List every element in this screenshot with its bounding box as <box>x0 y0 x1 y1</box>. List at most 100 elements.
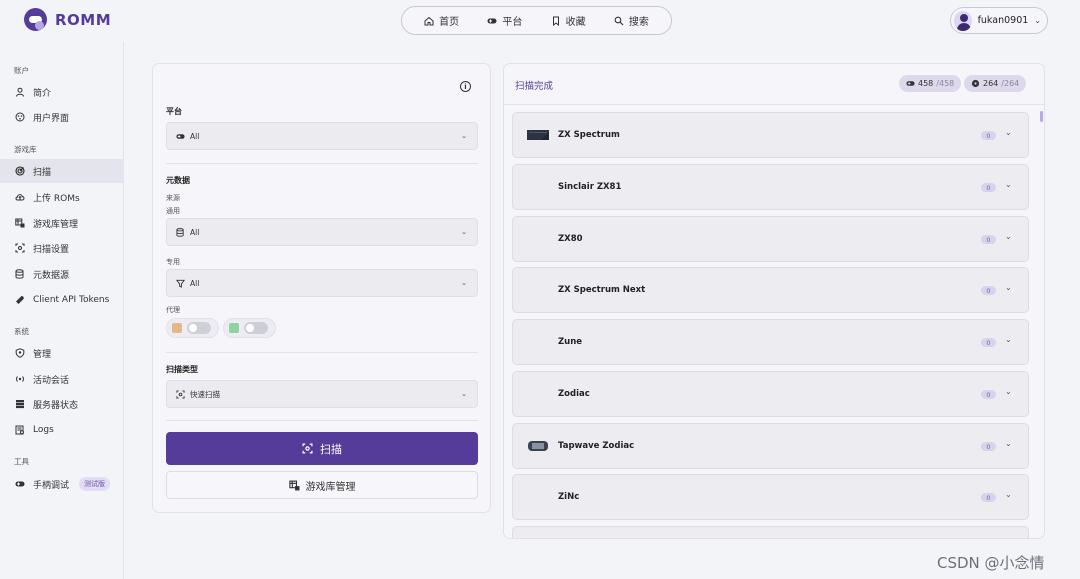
proxy-toggle-b[interactable] <box>223 318 276 338</box>
platform-name: ZX Spectrum Next <box>558 285 646 295</box>
sidebar-item-scan[interactable]: 扫描 <box>0 159 124 183</box>
divider <box>166 163 478 164</box>
proxy-toggle-a[interactable] <box>166 318 219 338</box>
platform-row[interactable]: ZX Spectrum Next 0 ⌄ <box>512 267 1029 313</box>
platform-row[interactable]: ZiNc 0 ⌄ <box>512 474 1029 520</box>
logo[interactable]: ROMM <box>24 8 111 31</box>
gamepad-icon <box>176 133 185 139</box>
sidebar-item-label: 游戏库管理 <box>33 219 79 230</box>
sidebar-item-label: 扫描设置 <box>33 244 70 255</box>
sidebar-item-server-status[interactable]: 服务器状态 <box>0 392 124 416</box>
broadcast-icon <box>16 376 24 382</box>
sidebar-item-scan-settings[interactable]: 扫描设置 <box>0 236 124 260</box>
specific-source-value: All <box>190 278 200 288</box>
platform-row[interactable]: Tapwave Zodiac 0 ⌄ <box>512 423 1029 469</box>
specific-source-select[interactable]: All ⌄ <box>166 269 478 297</box>
disc-icon <box>971 79 980 88</box>
romm-logo-icon <box>24 8 47 31</box>
sidebar-section-system: 系统 <box>14 327 29 336</box>
platform-label: 平台 <box>166 107 182 116</box>
platform-row[interactable] <box>512 526 1029 538</box>
main-nav: 首页 平台 收藏 搜索 <box>401 6 672 35</box>
sidebar-item-admin[interactable]: 管理 <box>0 341 124 365</box>
nav-platforms[interactable]: 平台 <box>487 13 522 28</box>
results-scrollbar[interactable] <box>1039 106 1044 538</box>
platform-row[interactable]: ZX Spectrum 0 ⌄ <box>512 112 1029 158</box>
sidebar-item-upload[interactable]: 上传 ROMs <box>0 185 124 209</box>
chevron-down-icon[interactable]: ⌄ <box>1005 128 1012 137</box>
library-management-button[interactable]: 游戏库管理 <box>166 471 478 499</box>
sidebar-item-label: 上传 ROMs <box>33 193 80 204</box>
chevron-down-icon: ⌄ <box>461 228 467 236</box>
sidebar-item-label: 管理 <box>33 349 52 360</box>
results-header: 扫描完成 458 /458 264 /264 <box>504 64 1044 105</box>
toggle-switch[interactable] <box>244 322 268 334</box>
cloud-upload-icon <box>15 194 25 201</box>
platform-row[interactable]: Zodiac 0 ⌄ <box>512 371 1029 417</box>
info-icon[interactable]: i <box>460 81 471 92</box>
source-label: 来源 <box>166 194 180 202</box>
sidebar-item-ui[interactable]: 用户界面 <box>0 105 124 129</box>
sidebar-item-profile[interactable]: 简介 <box>0 80 124 104</box>
chevron-down-icon[interactable]: ⌄ <box>1005 232 1012 241</box>
chevron-down-icon[interactable]: ⌄ <box>1005 439 1012 448</box>
chevron-down-icon[interactable]: ⌄ <box>1005 283 1012 292</box>
toggle-switch[interactable] <box>187 322 211 334</box>
sidebar-item-metadata-sources[interactable]: 元数据源 <box>0 262 124 286</box>
platform-row[interactable]: Sinclair ZX81 0 ⌄ <box>512 164 1029 210</box>
sidebar-section-library: 游戏库 <box>14 145 37 154</box>
sidebar-item-label: 活动会话 <box>33 375 70 386</box>
logs-icon <box>15 425 24 435</box>
rom-count-badge: 0 <box>981 235 996 244</box>
platform-name: Tapwave Zodiac <box>558 441 635 451</box>
sidebar-item-gamepad-debug[interactable]: 手柄调试 测试版 <box>0 472 124 496</box>
general-label: 通用 <box>166 207 180 215</box>
avatar <box>954 10 972 31</box>
nav-search[interactable]: 搜索 <box>614 13 649 28</box>
gamepad-icon <box>487 18 497 23</box>
platform-select-value: All <box>190 131 200 141</box>
nav-collections[interactable]: 收藏 <box>551 13 586 28</box>
nav-home[interactable]: 首页 <box>424 13 459 28</box>
tapwave-zodiac-icon <box>528 441 548 451</box>
rom-count-badge: 0 <box>981 442 996 451</box>
beta-badge: 测试版 <box>79 477 111 491</box>
home-icon <box>424 16 434 25</box>
sidebar-item-logs[interactable]: Logs <box>0 418 124 442</box>
general-source-select[interactable]: All ⌄ <box>166 218 478 246</box>
chevron-down-icon[interactable]: ⌄ <box>1005 490 1012 499</box>
sidebar-item-label: 用户界面 <box>33 113 70 124</box>
scan-button-label: 扫描 <box>320 442 342 456</box>
chevron-down-icon[interactable]: ⌄ <box>1005 387 1012 396</box>
platform-row[interactable]: ZX80 0 ⌄ <box>512 216 1029 262</box>
sidebar-item-client-api-tokens[interactable]: Client API Tokens <box>0 288 124 312</box>
games-count-chip: 458 /458 <box>899 75 962 92</box>
radar-icon <box>15 166 25 176</box>
scan-complete-title: 扫描完成 <box>515 81 554 92</box>
sidebar-item-label: 扫描 <box>33 167 52 178</box>
database-icon <box>176 227 184 237</box>
top-bar: ROMM 首页 平台 收藏 搜索 fukan0901 ⌄ <box>0 0 1080 42</box>
brand-name: ROMM <box>55 10 112 29</box>
nav-search-label: 搜索 <box>628 17 649 28</box>
scrollbar-thumb[interactable] <box>1040 111 1043 122</box>
bookmark-icon <box>552 16 559 26</box>
nav-home-label: 首页 <box>439 17 460 28</box>
games-count: 458 <box>918 79 934 88</box>
rom-count-badge: 0 <box>981 390 996 399</box>
platforms-count: 264 <box>983 79 999 88</box>
chevron-down-icon[interactable]: ⌄ <box>1005 335 1012 344</box>
library-management-label: 游戏库管理 <box>305 481 356 493</box>
proxy-label: 代理 <box>166 306 180 314</box>
scan-button[interactable]: 扫描 <box>166 432 478 465</box>
general-source-value: All <box>190 227 200 237</box>
sidebar-item-active-sessions[interactable]: 活动会话 <box>0 367 124 391</box>
platforms-count-chip: 264 /264 <box>964 75 1027 92</box>
sidebar-item-library-management[interactable]: 游戏库管理 <box>0 211 124 235</box>
platform-select[interactable]: All ⌄ <box>166 122 478 150</box>
scan-type-select[interactable]: 快速扫描 ⌄ <box>166 380 478 408</box>
platform-row[interactable]: Zune 0 ⌄ <box>512 319 1029 365</box>
chevron-down-icon[interactable]: ⌄ <box>1005 180 1012 189</box>
user-menu[interactable]: fukan0901 ⌄ <box>950 7 1048 34</box>
server-icon <box>16 400 24 409</box>
